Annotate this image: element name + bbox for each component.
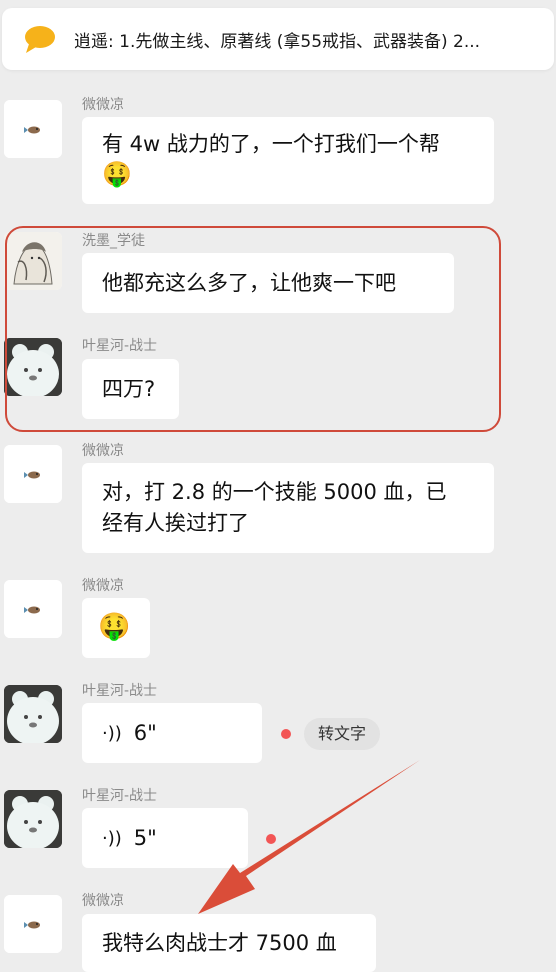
voice-wave-icon: ·)) (102, 827, 122, 849)
grinning-emoji-icon: 🤑 (98, 612, 131, 642)
message-bubble[interactable]: 🤑 (82, 598, 150, 658)
avatar[interactable] (4, 790, 62, 848)
voice-wave-icon: ·)) (102, 722, 122, 744)
avatar[interactable] (4, 445, 62, 503)
sender-name: 微微凉 (82, 443, 124, 459)
bear-avatar-icon (4, 790, 62, 848)
message-bubble[interactable]: 对，打 2.8 的一个技能 5000 血，已 经有人挨过打了 (82, 463, 494, 553)
unread-dot (281, 729, 291, 739)
pinned-announcement[interactable]: 逍遥: 1.先做主线、原著线 (拿55戒指、武器装备) 2... (2, 8, 554, 70)
bear-avatar-icon (4, 685, 62, 743)
voice-message-bubble[interactable]: ·)) 6" (82, 703, 262, 763)
speech-bubble-icon (25, 26, 55, 53)
sender-name: 微微凉 (82, 893, 124, 909)
message-text: 有 4w 战力的了，一个打我们一个帮 (102, 132, 440, 156)
highlight-annotation (5, 226, 501, 432)
voice-duration: 6" (133, 720, 157, 745)
avatar[interactable] (4, 100, 62, 158)
message-bubble[interactable]: 有 4w 战力的了，一个打我们一个帮 🤑 (82, 117, 494, 204)
small-fish-avatar-icon (4, 580, 62, 638)
sender-name: 叶星河-战士 (82, 788, 158, 804)
message-text: 我特么肉战士才 7500 血 (102, 931, 337, 955)
sender-name: 微微凉 (82, 97, 124, 113)
message-text-line-2: 经有人挨过打了 (102, 511, 249, 535)
unread-dot (266, 834, 276, 844)
sender-name: 微微凉 (82, 578, 124, 594)
grinning-emoji-icon: 🤑 (102, 160, 132, 188)
pinned-announcement-bar: 逍遥: 1.先做主线、原著线 (拿55戒指、武器装备) 2... (0, 0, 556, 82)
small-fish-avatar-icon (4, 100, 62, 158)
small-fish-avatar-icon (4, 895, 62, 953)
voice-message-bubble[interactable]: ·)) 5" (82, 808, 248, 868)
convert-to-text-button[interactable]: 转文字 (304, 718, 381, 750)
avatar[interactable] (4, 895, 62, 953)
message-text-line-1: 对，打 2.8 的一个技能 5000 血，已 (102, 480, 447, 504)
sender-name: 叶星河-战士 (82, 683, 158, 699)
voice-duration: 5" (133, 825, 157, 850)
small-fish-avatar-icon (4, 445, 62, 503)
pinned-announcement-text: 逍遥: 1.先做主线、原著线 (拿55戒指、武器装备) 2... (74, 31, 481, 52)
avatar[interactable] (4, 685, 62, 743)
avatar[interactable] (4, 580, 62, 638)
message-bubble[interactable]: 我特么肉战士才 7500 血 (82, 914, 376, 972)
